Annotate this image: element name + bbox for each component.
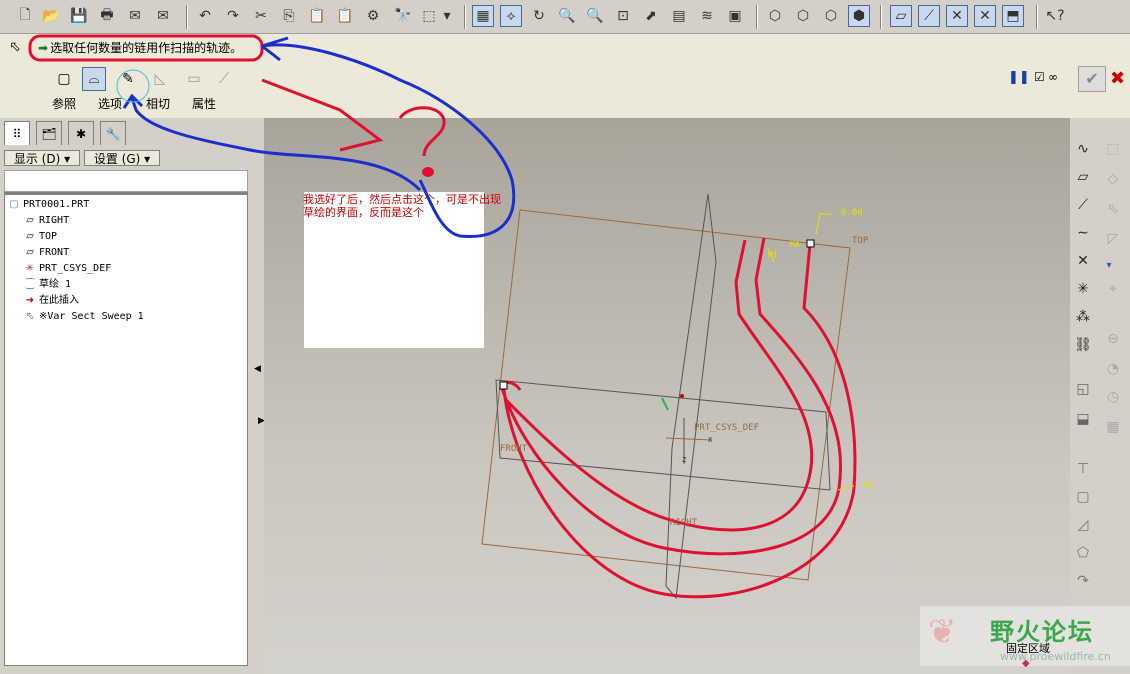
- blue-pointer-stroke: [261, 43, 516, 238]
- clock-tool-icon[interactable]: ◷: [1102, 386, 1124, 408]
- eraser-icon[interactable]: ◆: [1022, 658, 1030, 669]
- sketch-datum-icon[interactable]: ∿: [1072, 138, 1094, 160]
- chain-tool-icon[interactable]: ⛓: [1072, 334, 1094, 356]
- chamfer-tool-icon[interactable]: ⬠: [1072, 542, 1094, 564]
- rib-tool-icon[interactable]: ⊤: [1072, 458, 1094, 480]
- shell-tool-icon[interactable]: ⬓: [1072, 408, 1094, 430]
- datum-curve-tool-icon[interactable]: ∼: [1072, 222, 1094, 244]
- pattern-tool-icon[interactable]: ↷: [1072, 570, 1094, 592]
- offset-tool-icon[interactable]: ⊖: [1102, 328, 1124, 350]
- user-annotations: [116, 36, 516, 238]
- revolve-tool-icon[interactable]: ◇: [1102, 168, 1124, 190]
- analysis-tool-icon[interactable]: ⁂: [1072, 306, 1094, 328]
- datum-point-tool-icon[interactable]: ✕: [1072, 250, 1094, 272]
- blend-tool-icon[interactable]: ◸: [1102, 228, 1124, 250]
- round-tool-icon[interactable]: ◿: [1072, 514, 1094, 536]
- measure-tool-icon[interactable]: ◔: [1102, 358, 1124, 380]
- blue-arrowhead: [261, 36, 289, 62]
- extrude-tool-icon[interactable]: ⬚: [1102, 138, 1124, 160]
- right-toolbar: ∿ ▱ ⟋ ∼ ✕ ▾ ✳ ⁂ ⛓ ◱ ⬓ ⊤ ▢ ◿ ⬠ ↷ ⬚ ◇ ⬁ ◸ …: [1070, 118, 1130, 674]
- red-arrow: [261, 78, 384, 152]
- blue-loop-stroke: [130, 97, 422, 192]
- mirror-tool-icon[interactable]: ⌖: [1102, 278, 1124, 300]
- fixed-region-label: 固定区域: [1006, 642, 1050, 655]
- datum-point-dropdown-icon[interactable]: ▾: [1098, 254, 1120, 276]
- sweep-tool-icon[interactable]: ⬁: [1102, 198, 1124, 220]
- csys-tool-icon[interactable]: ✳: [1072, 278, 1094, 300]
- butterfly-logo-icon: ❦: [928, 612, 957, 652]
- grid-tool-icon[interactable]: ▦: [1102, 416, 1124, 438]
- hole-tool-icon[interactable]: ◱: [1072, 378, 1094, 400]
- red-question-mark: [398, 106, 446, 157]
- draft-tool-icon[interactable]: ▢: [1072, 486, 1094, 508]
- red-question-dot: [422, 167, 434, 177]
- datum-plane-tool-icon[interactable]: ▱: [1072, 166, 1094, 188]
- datum-axis-tool-icon[interactable]: ⟋: [1072, 194, 1094, 216]
